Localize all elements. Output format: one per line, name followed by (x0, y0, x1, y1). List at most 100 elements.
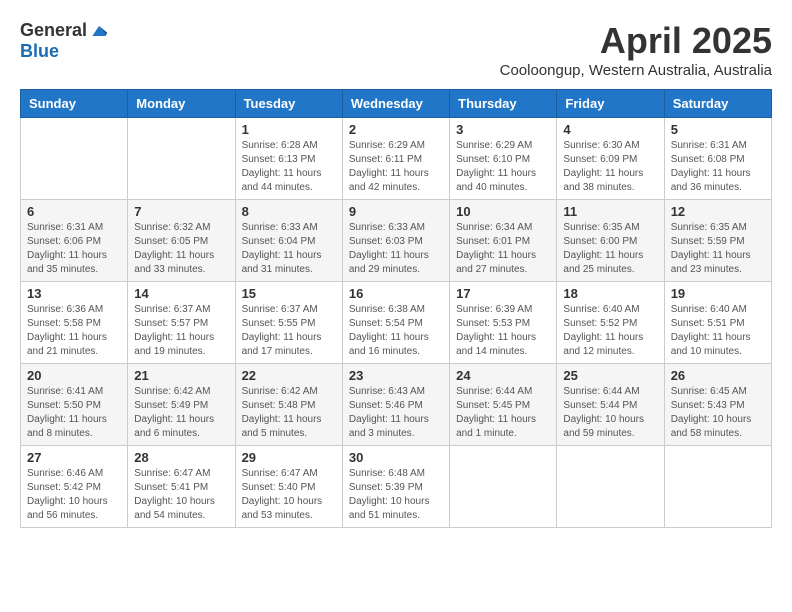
day-number: 17 (456, 286, 550, 301)
calendar-week-3: 13 Sunrise: 6:36 AM Sunset: 5:58 PM Dayli… (21, 282, 772, 364)
day-number: 5 (671, 122, 765, 137)
day-number: 26 (671, 368, 765, 383)
logo: General Blue (20, 20, 109, 62)
day-info: Sunrise: 6:37 AM Sunset: 5:57 PM Dayligh… (134, 303, 228, 359)
calendar-week-4: 20 Sunrise: 6:41 AM Sunset: 5:50 PM Dayli… (21, 364, 772, 446)
table-row: 8 Sunrise: 6:33 AM Sunset: 6:04 PM Daylig… (235, 200, 342, 282)
location-subtitle: Cooloongup, Western Australia, Australia (500, 62, 772, 79)
table-row: 15Sunrise: 6:37 AM Sunset: 5:55 PM Dayli… (235, 282, 342, 364)
header-saturday: Saturday (664, 90, 771, 118)
calendar-week-1: 1 Sunrise: 6:28 AM Sunset: 6:13 PM Daylig… (21, 118, 772, 200)
table-row: 3Sunrise: 6:29 AM Sunset: 6:10 PM Daylig… (450, 118, 557, 200)
table-row: 17Sunrise: 6:39 AM Sunset: 5:53 PM Dayli… (450, 282, 557, 364)
day-number: 10 (456, 204, 550, 219)
day-info: Sunrise: 6:45 AM Sunset: 5:43 PM Dayligh… (671, 385, 765, 441)
day-number: 29 (242, 450, 336, 465)
table-row: 19 Sunrise: 6:40 AM Sunset: 5:51 PM Dayli… (664, 282, 771, 364)
day-number: 14 (134, 286, 228, 301)
day-number: 11 (563, 204, 657, 219)
table-row: 7 Sunrise: 6:32 AM Sunset: 6:05 PM Daylig… (128, 200, 235, 282)
table-row: 25 Sunrise: 6:44 AM Sunset: 5:44 PM Dayli… (557, 364, 664, 446)
table-row: 26 Sunrise: 6:45 AM Sunset: 5:43 PM Dayli… (664, 364, 771, 446)
day-info: Sunrise: 6:31 AM Sunset: 6:06 PM Dayligh… (27, 221, 121, 277)
day-info: Sunrise: 6:33 AM Sunset: 6:04 PM Dayligh… (242, 221, 336, 277)
table-row: 27Sunrise: 6:46 AM Sunset: 5:42 PM Dayli… (21, 446, 128, 528)
day-info: Sunrise: 6:44 AM Sunset: 5:44 PM Dayligh… (563, 385, 657, 441)
logo-general-text: General (20, 20, 87, 41)
day-number: 22 (242, 368, 336, 383)
day-info: Sunrise: 6:32 AM Sunset: 6:05 PM Dayligh… (134, 221, 228, 277)
day-info: Sunrise: 6:30 AM Sunset: 6:09 PM Dayligh… (563, 139, 657, 195)
table-row: 2 Sunrise: 6:29 AM Sunset: 6:11 PM Daylig… (342, 118, 449, 200)
table-row: 6 Sunrise: 6:31 AM Sunset: 6:06 PM Daylig… (21, 200, 128, 282)
table-row: 14 Sunrise: 6:37 AM Sunset: 5:57 PM Dayli… (128, 282, 235, 364)
day-info: Sunrise: 6:36 AM Sunset: 5:58 PM Dayligh… (27, 303, 121, 359)
day-number: 8 (242, 204, 336, 219)
day-number: 7 (134, 204, 228, 219)
day-info: Sunrise: 6:35 AM Sunset: 6:00 PM Dayligh… (563, 221, 657, 277)
day-number: 28 (134, 450, 228, 465)
day-info: Sunrise: 6:29 AM Sunset: 6:11 PM Dayligh… (349, 139, 443, 195)
day-number: 20 (27, 368, 121, 383)
header-wednesday: Wednesday (342, 90, 449, 118)
logo-blue-text: Blue (20, 41, 59, 61)
day-info: Sunrise: 6:38 AM Sunset: 5:54 PM Dayligh… (349, 303, 443, 359)
day-number: 6 (27, 204, 121, 219)
header-friday: Friday (557, 90, 664, 118)
table-row: 28Sunrise: 6:47 AM Sunset: 5:41 PM Dayli… (128, 446, 235, 528)
table-row: 12Sunrise: 6:35 AM Sunset: 5:59 PM Dayli… (664, 200, 771, 282)
calendar-table: Sunday Monday Tuesday Wednesday Thursday… (20, 89, 772, 528)
table-row: 30 Sunrise: 6:48 AM Sunset: 5:39 PM Dayli… (342, 446, 449, 528)
day-number: 1 (242, 122, 336, 137)
day-number: 12 (671, 204, 765, 219)
day-info: Sunrise: 6:33 AM Sunset: 6:03 PM Dayligh… (349, 221, 443, 277)
table-row (557, 446, 664, 528)
table-row: 9 Sunrise: 6:33 AM Sunset: 6:03 PM Daylig… (342, 200, 449, 282)
table-row: 21Sunrise: 6:42 AM Sunset: 5:49 PM Dayli… (128, 364, 235, 446)
day-info: Sunrise: 6:29 AM Sunset: 6:10 PM Dayligh… (456, 139, 550, 195)
header-thursday: Thursday (450, 90, 557, 118)
day-info: Sunrise: 6:40 AM Sunset: 5:52 PM Dayligh… (563, 303, 657, 359)
day-info: Sunrise: 6:40 AM Sunset: 5:51 PM Dayligh… (671, 303, 765, 359)
table-row (664, 446, 771, 528)
day-number: 27 (27, 450, 121, 465)
table-row: 23 Sunrise: 6:43 AM Sunset: 5:46 PM Dayli… (342, 364, 449, 446)
day-info: Sunrise: 6:28 AM Sunset: 6:13 PM Dayligh… (242, 139, 336, 195)
table-row: 29Sunrise: 6:47 AM Sunset: 5:40 PM Dayli… (235, 446, 342, 528)
day-number: 16 (349, 286, 443, 301)
table-row: 13 Sunrise: 6:36 AM Sunset: 5:58 PM Dayli… (21, 282, 128, 364)
day-number: 15 (242, 286, 336, 301)
day-number: 24 (456, 368, 550, 383)
calendar-week-2: 6 Sunrise: 6:31 AM Sunset: 6:06 PM Daylig… (21, 200, 772, 282)
day-number: 2 (349, 122, 443, 137)
table-row: 22 Sunrise: 6:42 AM Sunset: 5:48 PM Dayli… (235, 364, 342, 446)
table-row: 1 Sunrise: 6:28 AM Sunset: 6:13 PM Daylig… (235, 118, 342, 200)
calendar-week-5: 27Sunrise: 6:46 AM Sunset: 5:42 PM Dayli… (21, 446, 772, 528)
day-info: Sunrise: 6:42 AM Sunset: 5:48 PM Dayligh… (242, 385, 336, 441)
day-info: Sunrise: 6:34 AM Sunset: 6:01 PM Dayligh… (456, 221, 550, 277)
table-row (128, 118, 235, 200)
table-row (450, 446, 557, 528)
day-info: Sunrise: 6:43 AM Sunset: 5:46 PM Dayligh… (349, 385, 443, 441)
day-number: 21 (134, 368, 228, 383)
table-row: 16 Sunrise: 6:38 AM Sunset: 5:54 PM Dayli… (342, 282, 449, 364)
day-info: Sunrise: 6:48 AM Sunset: 5:39 PM Dayligh… (349, 467, 443, 523)
table-row: 5 Sunrise: 6:31 AM Sunset: 6:08 PM Daylig… (664, 118, 771, 200)
day-number: 30 (349, 450, 443, 465)
day-info: Sunrise: 6:41 AM Sunset: 5:50 PM Dayligh… (27, 385, 121, 441)
day-info: Sunrise: 6:44 AM Sunset: 5:45 PM Dayligh… (456, 385, 550, 441)
table-row: 20 Sunrise: 6:41 AM Sunset: 5:50 PM Dayli… (21, 364, 128, 446)
table-row: 11 Sunrise: 6:35 AM Sunset: 6:00 PM Dayli… (557, 200, 664, 282)
day-info: Sunrise: 6:31 AM Sunset: 6:08 PM Dayligh… (671, 139, 765, 195)
day-number: 13 (27, 286, 121, 301)
day-number: 25 (563, 368, 657, 383)
day-number: 19 (671, 286, 765, 301)
table-row: 4Sunrise: 6:30 AM Sunset: 6:09 PM Daylig… (557, 118, 664, 200)
day-number: 9 (349, 204, 443, 219)
table-row (21, 118, 128, 200)
day-number: 23 (349, 368, 443, 383)
page-header: General Blue April 2025 Cooloongup, West… (20, 20, 772, 79)
header-tuesday: Tuesday (235, 90, 342, 118)
title-section: April 2025 Cooloongup, Western Australia… (500, 20, 772, 79)
table-row: 24 Sunrise: 6:44 AM Sunset: 5:45 PM Dayli… (450, 364, 557, 446)
